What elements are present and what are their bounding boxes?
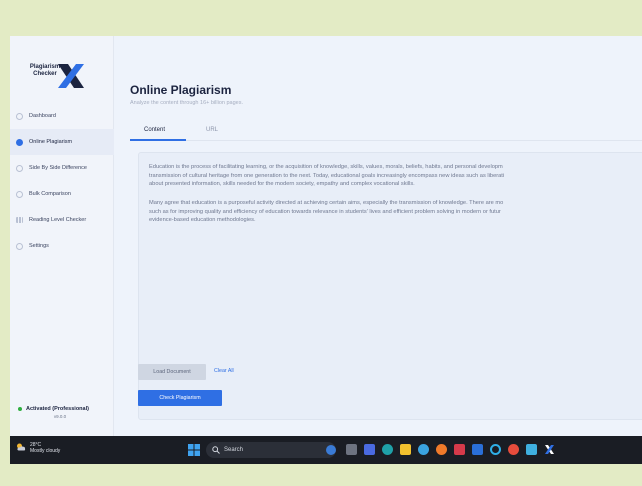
logo-x-icon xyxy=(58,64,84,88)
page-subtitle: Analyze the content through 16+ billion … xyxy=(130,100,243,106)
chrome-icon[interactable] xyxy=(508,444,519,455)
weather-widget[interactable]: 28°C Mostly cloudy xyxy=(16,442,60,454)
sidebar-item-label: Online Plagiarism xyxy=(29,139,73,145)
sidebar-item-settings[interactable]: Settings xyxy=(10,233,114,259)
store-icon[interactable] xyxy=(418,444,429,455)
sidebar-item-label: Dashboard xyxy=(29,113,56,119)
weather-label: Mostly cloudy xyxy=(30,448,61,454)
copilot-icon[interactable] xyxy=(326,445,336,455)
file-explorer-icon[interactable] xyxy=(400,444,411,455)
clock-icon xyxy=(16,112,23,120)
content-textarea-para1[interactable]: Education is the process of facilitating… xyxy=(149,163,642,189)
sidebar-nav: Dashboard Online Plagiarism Side By Side… xyxy=(10,103,114,259)
sidebar-item-dashboard[interactable]: Dashboard xyxy=(10,103,114,129)
plagiarism-checker-taskbar-icon[interactable] xyxy=(544,444,555,455)
version-label: v9.0.0 xyxy=(53,414,67,419)
taskbar: 28°C Mostly cloudy Search xyxy=(10,436,642,464)
app-icon[interactable] xyxy=(472,444,483,455)
app-icon[interactable] xyxy=(526,444,537,455)
load-document-button[interactable]: Load Document xyxy=(138,364,206,380)
dot-icon xyxy=(16,138,23,146)
search-icon xyxy=(212,446,220,454)
sidebar-item-online-plagiarism[interactable]: Online Plagiarism xyxy=(10,129,114,155)
task-view-icon[interactable] xyxy=(346,444,357,455)
app-icon[interactable] xyxy=(454,444,465,455)
bars-icon xyxy=(16,217,23,223)
cortana-icon[interactable] xyxy=(490,444,501,455)
sidebar-item-reading-level[interactable]: Reading Level Checker xyxy=(10,207,114,233)
sidebar-item-label: Reading Level Checker xyxy=(29,217,87,223)
main-content: Online Plagiarism Analyze the content th… xyxy=(114,36,642,436)
check-plagiarism-button[interactable]: Check Plagiarism xyxy=(138,390,222,406)
page-title: Online Plagiarism xyxy=(130,83,232,97)
windows-start-icon[interactable] xyxy=(188,444,200,456)
tab-url[interactable]: URL xyxy=(206,127,218,133)
taskbar-search[interactable]: Search xyxy=(206,442,336,458)
edge-icon[interactable] xyxy=(382,444,393,455)
sidebar: Plagiarism Checker Dashboard Online Plag… xyxy=(10,36,114,436)
sidebar-item-label: Side By Side Difference xyxy=(29,165,87,171)
active-tab-indicator xyxy=(130,139,186,141)
activation-label: Activated (Professional) xyxy=(26,406,89,412)
layers-icon xyxy=(16,190,23,198)
tab-content[interactable]: Content xyxy=(144,127,165,133)
sidebar-item-label: Settings xyxy=(29,243,49,249)
clear-all-button[interactable]: Clear All xyxy=(214,368,234,374)
cloud-sun-icon xyxy=(17,443,26,451)
gear-icon xyxy=(16,242,23,250)
content-textarea-para2[interactable]: Many agree that education is a purposefu… xyxy=(149,199,642,225)
app-logo: Plagiarism Checker xyxy=(24,64,104,90)
tab-bar: Content URL xyxy=(130,123,642,141)
search-placeholder: Search xyxy=(224,447,244,453)
teams-icon[interactable] xyxy=(364,444,375,455)
activation-status: Activated (Professional) v9.0.0 xyxy=(18,406,110,419)
sidebar-item-label: Bulk Comparison xyxy=(29,191,71,197)
sidebar-item-side-by-side[interactable]: Side By Side Difference xyxy=(10,155,114,181)
content-card: Education is the process of facilitating… xyxy=(138,152,642,420)
firefox-icon[interactable] xyxy=(436,444,447,455)
sidebar-item-bulk-comparison[interactable]: Bulk Comparison xyxy=(10,181,114,207)
status-dot-icon xyxy=(18,407,22,411)
app-window: Plagiarism Checker Dashboard Online Plag… xyxy=(10,36,642,464)
compare-icon xyxy=(16,164,23,172)
